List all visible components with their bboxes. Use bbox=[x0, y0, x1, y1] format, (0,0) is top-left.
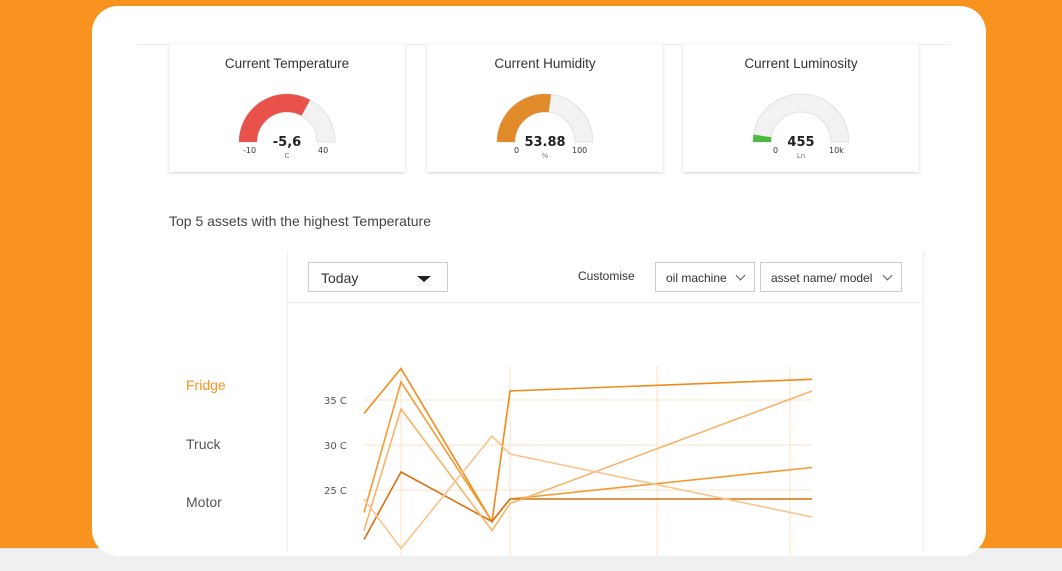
asset-name-select[interactable]: asset name/ model bbox=[760, 262, 902, 292]
temperature-gauge: -10 -5,6 C 40 bbox=[238, 93, 336, 160]
chevron-down-icon bbox=[735, 270, 746, 281]
chevron-down-icon bbox=[882, 270, 893, 281]
temperature-gauge-unit: C bbox=[285, 152, 290, 160]
series-line-5 bbox=[363, 434, 813, 550]
section-title: Top 5 assets with the highest Temperatur… bbox=[169, 213, 432, 229]
temperature-gauge-min: -10 bbox=[243, 146, 256, 155]
temperature-line-chart: 35 C 30 C 25 C bbox=[324, 366, 813, 556]
luminosity-gauge-card: Current Luminosity 0 455 Ln 10k bbox=[683, 44, 919, 172]
asset-item-motor[interactable]: Motor bbox=[186, 494, 222, 510]
y-tick-label: 35 C bbox=[324, 396, 347, 407]
customise-label: Customise bbox=[578, 269, 635, 283]
y-tick-label: 25 C bbox=[324, 486, 347, 497]
asset-type-select[interactable]: oil machine bbox=[655, 262, 755, 292]
caret-down-icon bbox=[417, 276, 431, 282]
humidity-gauge: 0 53.88 % 100 bbox=[496, 93, 594, 160]
series-line-3 bbox=[363, 470, 812, 540]
series-line-4 bbox=[363, 390, 813, 532]
asset-name-select-label: asset name/ model bbox=[771, 271, 873, 285]
luminosity-gauge-unit: Ln bbox=[797, 152, 805, 160]
asset-item-fridge[interactable]: Fridge bbox=[186, 377, 226, 393]
humidity-gauge-unit: % bbox=[542, 152, 549, 160]
y-tick-label: 30 C bbox=[324, 441, 347, 452]
temperature-gauge-value: -5,6 bbox=[273, 135, 301, 150]
luminosity-gauge-max: 10k bbox=[829, 146, 844, 155]
series-line-2 bbox=[363, 380, 813, 523]
toolbar-divider bbox=[287, 302, 922, 303]
dashboard-screen: Current Temperature -10 -5,6 C 40 Curren… bbox=[92, 6, 986, 556]
asset-item-truck[interactable]: Truck bbox=[186, 436, 220, 452]
luminosity-gauge: 0 455 Ln 10k bbox=[752, 93, 850, 160]
period-dropdown-label: Today bbox=[321, 270, 359, 286]
temperature-gauge-card: Current Temperature -10 -5,6 C 40 bbox=[169, 44, 405, 172]
humidity-gauge-max: 100 bbox=[572, 146, 587, 155]
luminosity-gauge-min: 0 bbox=[773, 146, 778, 155]
period-dropdown[interactable]: Today bbox=[308, 262, 448, 292]
humidity-gauge-card: Current Humidity 0 53.88 % 100 bbox=[427, 44, 663, 172]
humidity-gauge-value: 53.88 bbox=[524, 135, 565, 150]
humidity-gauge-min: 0 bbox=[514, 146, 519, 155]
temperature-gauge-max: 40 bbox=[318, 146, 328, 155]
asset-type-select-label: oil machine bbox=[666, 271, 727, 285]
luminosity-gauge-value: 455 bbox=[787, 135, 814, 150]
